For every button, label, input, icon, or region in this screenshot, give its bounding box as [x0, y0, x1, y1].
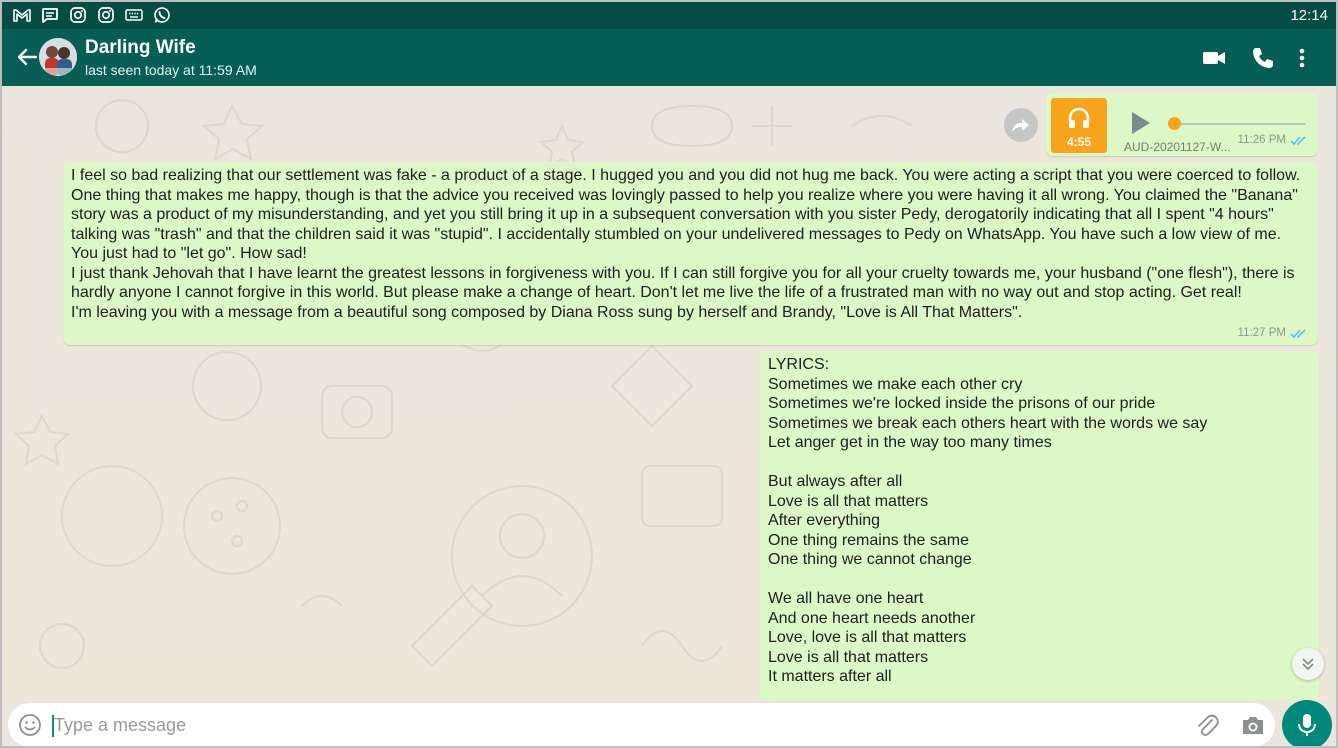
message-time: 11:26 PM [1237, 134, 1286, 146]
attachment-icon[interactable] [1194, 712, 1220, 738]
notification-icons [12, 6, 172, 24]
voice-record-button[interactable] [1282, 700, 1332, 746]
message-input-container [8, 703, 1275, 746]
text-message[interactable]: LYRICS: Sometimes we make each other cry… [759, 351, 1319, 700]
audio-seek-handle[interactable] [1168, 117, 1181, 130]
audio-message[interactable]: 4:55 AUD-20201127-W... 11:26 PM [1046, 93, 1318, 156]
message-text: LYRICS: Sometimes we make each other cry… [768, 356, 1208, 685]
scroll-to-bottom-button[interactable] [1292, 648, 1324, 680]
back-arrow-icon[interactable] [14, 44, 40, 70]
play-icon[interactable] [1128, 110, 1152, 136]
double-check-icon [1290, 328, 1306, 338]
instagram-icon [98, 7, 114, 23]
message-time: 11:27 PM [1237, 327, 1286, 339]
avatar[interactable] [39, 38, 77, 76]
keyboard-icon [125, 9, 143, 21]
forward-icon [1012, 119, 1029, 132]
audio-progress-track[interactable] [1174, 123, 1306, 125]
more-options-button[interactable] [1292, 44, 1312, 72]
compose-bar [2, 700, 1336, 746]
audio-thumbnail: 4:55 [1051, 98, 1107, 153]
contact-name[interactable]: Darling Wife [85, 37, 196, 59]
status-clock: 12:14 [1290, 7, 1328, 24]
gmail-icon [13, 9, 31, 22]
message-input[interactable] [54, 711, 1174, 739]
voice-call-button[interactable] [1249, 44, 1277, 72]
voice-call-icon [1253, 48, 1273, 68]
avatar-photo [39, 38, 77, 76]
camera-icon[interactable] [1240, 713, 1266, 737]
double-chevron-down-icon [1302, 658, 1314, 671]
chat-header: Darling Wife last seen today at 11:59 AM [2, 29, 1336, 86]
chat-area[interactable]: 4:55 AUD-20201127-W... 11:26 PM I feel s… [2, 86, 1336, 700]
instagram-icon [70, 7, 86, 23]
status-bar: 12:14 [2, 2, 1336, 29]
double-check-icon [1290, 135, 1306, 145]
message-meta: 11:27 PM [1238, 327, 1308, 339]
message-meta: 11:26 PM [1238, 134, 1308, 146]
audio-duration: 4:55 [1066, 135, 1092, 149]
headphones-icon [1068, 107, 1090, 128]
microphone-icon [1298, 714, 1316, 736]
audio-file-name: AUD-20201127-W... [1124, 140, 1231, 154]
app-frame: 12:14 Darling Wife last seen today at 11… [0, 0, 1338, 748]
forward-button[interactable] [1004, 108, 1038, 142]
video-call-button[interactable] [1200, 44, 1228, 72]
message-text: I feel so bad realizing that our settlem… [71, 167, 1301, 321]
emoji-icon[interactable] [18, 713, 42, 737]
more-options-icon [1299, 48, 1305, 68]
whatsapp-icon [154, 7, 170, 23]
video-call-icon [1203, 52, 1225, 64]
last-seen-status: last seen today at 11:59 AM [85, 62, 257, 78]
message-icon [42, 8, 58, 23]
text-message[interactable]: I feel so bad realizing that our settlem… [63, 162, 1318, 345]
